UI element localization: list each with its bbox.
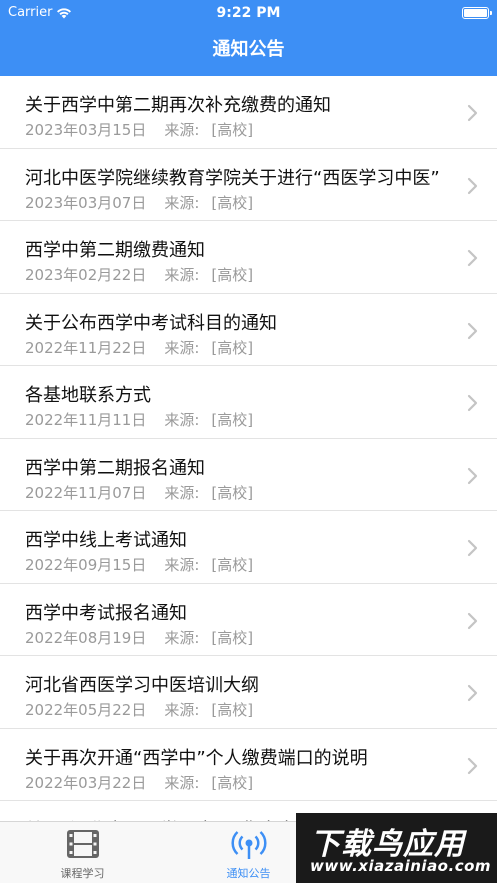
notice-source: [高校]: [211, 266, 254, 284]
chevron-right-icon: [467, 104, 478, 122]
notice-source-label: 来源:: [164, 411, 200, 429]
notice-date: 2023年03月15日: [25, 121, 147, 139]
notice-date: 2022年09月15日: [25, 556, 147, 574]
notice-date: 2022年08月19日: [25, 628, 147, 647]
notice-date: 2022年03月22日: [25, 773, 147, 792]
status-time: 9:22 PM: [216, 5, 281, 21]
notice-meta: 2022年08月19日 来源: [高校]: [25, 627, 253, 648]
notice-date: 2022年11月11日: [25, 411, 147, 429]
chevron-right-icon: [467, 612, 478, 629]
notice-row[interactable]: 河北中医学院继续教育学院关于进行“西医学习中医” 2023年03月07日 来源: [高…: [0, 149, 497, 221]
notice-meta: 2023年02月22日 来源: [高校]: [25, 264, 253, 285]
chevron-right-icon: [467, 757, 478, 774]
notice-title: 西学中考试报名通知: [25, 602, 187, 624]
notice-date: 2022年11月07日: [25, 483, 147, 502]
notice-date: 2023年02月22日: [25, 266, 147, 284]
notice-row[interactable]: 西学中线上考试通知 2022年09月15日 来源: [高校]: [0, 511, 497, 584]
notice-source: [高校]: [211, 338, 254, 357]
notice-source: [高校]: [211, 773, 254, 792]
chevron-right-icon: [467, 467, 478, 484]
notice-meta: 2022年11月22日 来源: [高校]: [25, 337, 253, 358]
notice-title: 关于公布西学中考试科目的通知: [25, 312, 277, 334]
notice-source-label: 来源:: [164, 193, 200, 212]
watermark-logo: 下载鸟应用 www.xiazainiao.com: [296, 813, 497, 883]
notice-title: 河北中医学院继续教育学院关于进行“西医学习中医”: [25, 167, 440, 189]
notice-title: 河北省西医学习中医培训大纲: [25, 675, 259, 696]
notice-row[interactable]: 西学中考试报名通知 2022年08月19日 来源: [高校]: [0, 584, 497, 656]
notice-title: 各基地联系方式: [25, 385, 151, 406]
broadcast-icon: [230, 831, 267, 859]
chevron-right-icon: [467, 684, 478, 702]
page-title: 通知公告: [212, 39, 285, 60]
battery-fill: [464, 9, 487, 17]
tab-courses-label: 课程学习: [60, 867, 105, 880]
notice-title: 西学中线上考试通知: [25, 530, 187, 551]
notice-row[interactable]: 西学中第二期缴费通知 2023年02月22日 来源: [高校]: [0, 221, 497, 294]
nav-bar: 通知公告: [0, 28, 497, 76]
notice-source: [高校]: [211, 411, 254, 429]
notice-source-label: 来源:: [164, 338, 200, 357]
notice-title: 西学中第二期缴费通知: [25, 240, 205, 261]
notice-source-label: 来源:: [164, 628, 200, 647]
battery-icon: [462, 7, 492, 19]
notice-row[interactable]: 各基地联系方式 2022年11月11日 来源: [高校]: [0, 366, 497, 439]
notice-title: 关于再次开通“西学中”个人缴费端口的说明: [25, 747, 368, 769]
chevron-right-icon: [467, 394, 478, 412]
watermark-line2: www.xiazainiao.com: [310, 857, 492, 875]
notice-source-label: 来源:: [164, 483, 200, 502]
status-bar: Carrier 9:22 PM: [0, 0, 497, 28]
notice-date: 2022年11月22日: [25, 338, 147, 357]
notice-row[interactable]: 关于公布西学中考试科目的通知 2022年11月22日 来源: [高校]: [0, 294, 497, 366]
notice-source-label: 来源:: [164, 266, 200, 284]
notice-source: [高校]: [211, 483, 254, 502]
notice-source-label: 来源:: [164, 773, 200, 792]
notice-meta: 2022年09月15日 来源: [高校]: [25, 554, 253, 575]
notice-meta: 2023年03月07日 来源: [高校]: [25, 192, 253, 213]
notice-meta: 2023年03月15日 来源: [高校]: [25, 119, 253, 140]
notice-row[interactable]: 关于西学中第二期再次补充缴费的通知 2023年03月15日 来源: [高校]: [0, 76, 497, 149]
notice-meta: 2022年03月22日 来源: [高校]: [25, 772, 253, 793]
notice-title: 关于西学中第二期再次补充缴费的通知: [25, 95, 331, 116]
notice-list[interactable]: 关于西学中第二期再次补充缴费的通知 2023年03月15日 来源: [高校] 河北中医学…: [0, 76, 497, 821]
notice-source: [高校]: [211, 556, 254, 574]
tab-courses[interactable]: 课程学习: [0, 822, 165, 883]
notice-source-label: 来源:: [164, 556, 200, 574]
notice-date: 2023年03月07日: [25, 193, 147, 212]
notice-source: [高校]: [211, 701, 254, 719]
chevron-right-icon: [467, 539, 478, 557]
notice-row[interactable]: 西学中第二期报名通知 2022年11月07日 来源: [高校]: [0, 439, 497, 511]
notice-date: 2022年05月22日: [25, 701, 147, 719]
chevron-right-icon: [467, 249, 478, 267]
notice-meta: 2022年05月22日 来源: [高校]: [25, 699, 253, 720]
notice-title: 西学中第二期报名通知: [25, 457, 205, 479]
notice-meta: 2022年11月07日 来源: [高校]: [25, 482, 253, 503]
notice-meta: 2022年11月11日 来源: [高校]: [25, 409, 253, 430]
notice-row[interactable]: 关于再次开通“西学中”个人缴费端口的说明 2022年03月22日 来源: [高校]: [0, 729, 497, 801]
notice-row[interactable]: 河北省西医学习中医培训大纲 2022年05月22日 来源: [高校]: [0, 656, 497, 729]
chevron-right-icon: [467, 322, 478, 339]
notice-source: [高校]: [211, 121, 254, 139]
notice-source-label: 来源:: [164, 121, 200, 139]
notice-source: [高校]: [211, 628, 254, 647]
notice-source-label: 来源:: [164, 701, 200, 719]
chevron-right-icon: [467, 177, 478, 194]
notice-source: [高校]: [211, 193, 254, 212]
film-icon: [66, 830, 99, 858]
